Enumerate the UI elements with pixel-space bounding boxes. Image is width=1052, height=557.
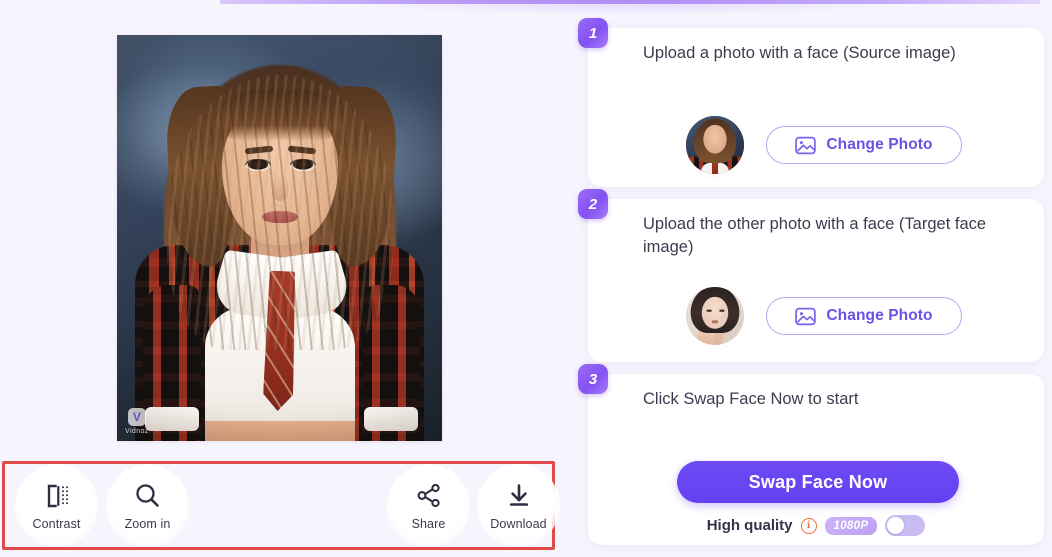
step-2-row: Change Photo bbox=[588, 287, 1044, 345]
high-quality-row: High quality i 1080P bbox=[588, 515, 1044, 536]
step-2-badge: 2 bbox=[578, 189, 608, 219]
swap-face-now-button[interactable]: Swap Face Now bbox=[677, 461, 959, 503]
face-swap-page: V Vidnoz Contrast Zoom in Share Download… bbox=[0, 0, 1052, 557]
swap-face-now-label: Swap Face Now bbox=[748, 471, 888, 492]
change-target-photo-label: Change Photo bbox=[826, 307, 933, 324]
step-1-badge: 1 bbox=[578, 18, 608, 48]
vidnoz-logo-icon: V bbox=[127, 408, 146, 426]
step-3-card: 3 Click Swap Face Now to start Swap Face… bbox=[578, 364, 1044, 545]
download-button[interactable]: Download bbox=[477, 464, 560, 547]
step-3-title: Click Swap Face Now to start bbox=[643, 390, 859, 408]
change-source-photo-button[interactable]: Change Photo bbox=[766, 126, 962, 164]
step-3-badge: 3 bbox=[578, 364, 608, 394]
zoom-in-label: Zoom in bbox=[124, 516, 171, 531]
contrast-label: Contrast bbox=[32, 516, 81, 531]
step-1-card: 1 Upload a photo with a face (Source ima… bbox=[578, 18, 1044, 187]
download-label: Download bbox=[490, 516, 547, 531]
steps-panel: 1 Upload a photo with a face (Source ima… bbox=[578, 0, 1052, 557]
contrast-button[interactable]: Contrast bbox=[15, 464, 98, 547]
contrast-icon bbox=[44, 481, 70, 511]
vidnoz-watermark: V Vidnoz bbox=[125, 408, 149, 435]
result-preview-image[interactable]: V Vidnoz bbox=[117, 35, 442, 441]
info-icon[interactable]: i bbox=[800, 517, 817, 534]
source-image-thumbnail[interactable] bbox=[686, 116, 744, 174]
high-quality-label: High quality bbox=[706, 517, 793, 534]
step-1-row: Change Photo bbox=[588, 116, 1044, 174]
image-toolbar: Contrast Zoom in Share Download bbox=[5, 464, 560, 547]
download-icon bbox=[506, 481, 532, 511]
share-label: Share bbox=[411, 516, 446, 531]
preview-column: V Vidnoz Contrast Zoom in Share Download bbox=[0, 0, 580, 557]
resolution-badge: 1080P bbox=[824, 516, 878, 535]
toggle-knob bbox=[887, 517, 905, 534]
share-icon bbox=[416, 481, 442, 511]
image-icon bbox=[795, 307, 817, 326]
portrait-artwork bbox=[117, 35, 442, 441]
source-thumbnail-art bbox=[686, 116, 744, 174]
zoom-in-button[interactable]: Zoom in bbox=[106, 464, 189, 547]
change-target-photo-button[interactable]: Change Photo bbox=[766, 297, 962, 335]
step-2-title: Upload the other photo with a face (Targ… bbox=[643, 215, 987, 257]
target-image-thumbnail[interactable] bbox=[686, 287, 744, 345]
share-button[interactable]: Share bbox=[387, 464, 470, 547]
step-1-title: Upload a photo with a face (Source image… bbox=[643, 44, 956, 62]
high-quality-toggle[interactable] bbox=[885, 515, 926, 536]
magnifier-icon bbox=[134, 481, 161, 511]
image-icon bbox=[795, 136, 817, 155]
watermark-label: Vidnoz bbox=[125, 428, 149, 435]
change-source-photo-label: Change Photo bbox=[826, 136, 933, 153]
target-thumbnail-art bbox=[686, 287, 744, 345]
